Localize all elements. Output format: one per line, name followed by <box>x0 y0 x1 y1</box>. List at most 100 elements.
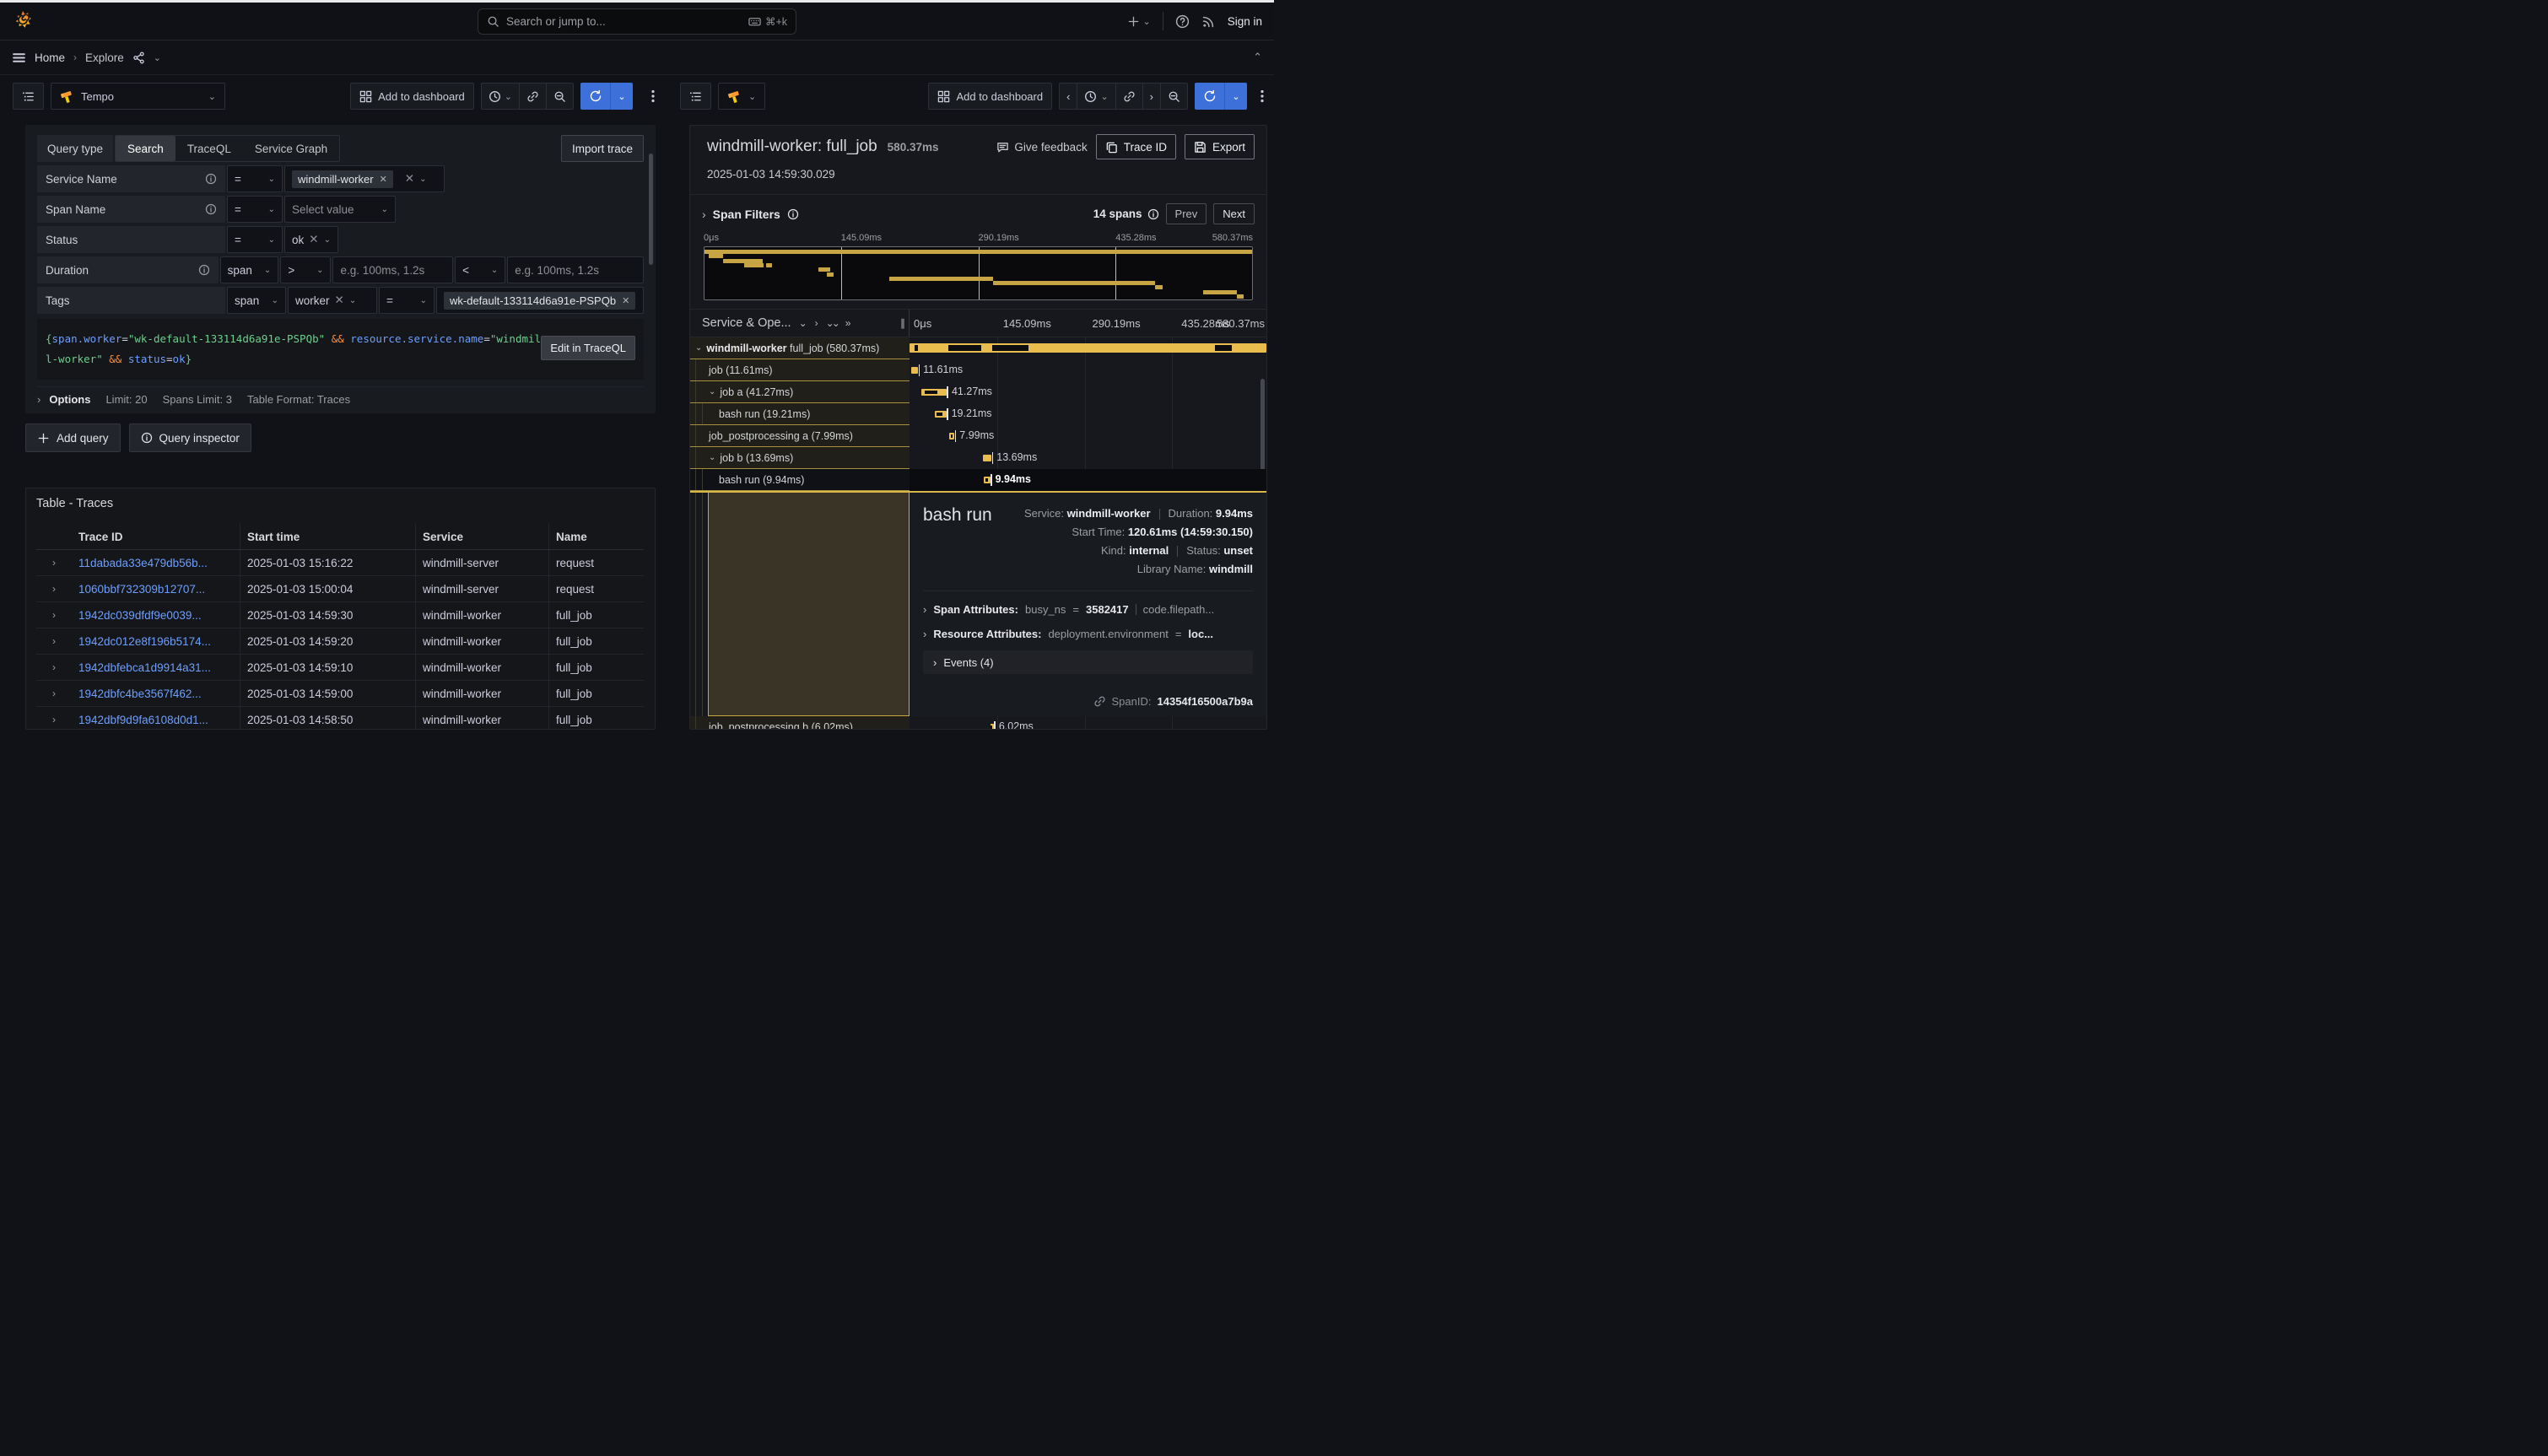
span-timeline-cell[interactable]: 9.94ms <box>910 469 1266 491</box>
chevron-down-icon[interactable]: ⌄ <box>799 317 807 329</box>
edit-in-traceql-button[interactable]: Edit in TraceQL <box>541 336 635 360</box>
span-detail-highlight[interactable] <box>708 493 910 716</box>
table-row[interactable]: ›11dabada33e479db56b...2025-01-03 15:16:… <box>36 550 644 576</box>
service-name-operator-select[interactable]: =⌄ <box>227 165 283 192</box>
outline-toggle-button[interactable] <box>680 83 711 110</box>
column-resize-handle[interactable]: ∥ <box>900 317 905 329</box>
span-duration-bar[interactable] <box>911 367 918 374</box>
tab-search[interactable]: Search <box>116 136 175 161</box>
span-timeline-cell[interactable]: 13.69ms <box>910 447 1266 469</box>
span-name-cell[interactable]: bash run (9.94ms) <box>690 469 910 491</box>
status-operator-select[interactable]: =⌄ <box>227 226 283 253</box>
events-row[interactable]: › Events (4) <box>923 650 1253 674</box>
service-name-value-select[interactable]: windmill-worker✕ ✕⌄ <box>284 165 445 192</box>
service-name-chip[interactable]: windmill-worker✕ <box>292 170 393 188</box>
span-attributes-row[interactable]: › Span Attributes: busy_ns=3582417 code.… <box>923 603 1253 616</box>
span-duration-bar[interactable] <box>983 455 991 461</box>
span-name-cell[interactable]: job (11.61ms) <box>690 359 910 381</box>
col-start-time[interactable]: Start time <box>240 524 416 549</box>
span-name-value-select[interactable]: Select value⌄ <box>284 196 396 223</box>
expand-all-icon[interactable]: » <box>845 317 851 329</box>
span-timeline-cell[interactable] <box>910 337 1266 359</box>
time-range-button[interactable]: ⌄ <box>482 84 520 109</box>
add-query-button[interactable]: Add query <box>25 423 121 452</box>
trace-id-link[interactable]: 1942dbfebca1d9914a31... <box>72 655 240 680</box>
time-shift-back-button[interactable]: ‹ <box>1060 84 1077 109</box>
query-row-menu-button[interactable] <box>640 83 667 110</box>
tag-value-chip[interactable]: wk-default-133114d6a91e-PSPQb✕ <box>444 292 635 310</box>
row-expander-icon[interactable]: › <box>36 655 72 680</box>
span-name-cell[interactable]: ⌄job b (13.69ms) <box>690 447 910 469</box>
remove-chip-icon[interactable]: ✕ <box>622 295 629 306</box>
remove-chip-icon[interactable]: ✕ <box>309 233 318 246</box>
row-expander-icon[interactable]: › <box>36 707 72 730</box>
menu-hamburger-icon[interactable] <box>12 51 26 65</box>
duration-scope-select[interactable]: span⌄ <box>220 256 279 283</box>
span-timeline-cell[interactable]: 41.27ms <box>910 381 1266 403</box>
trace-id-link[interactable]: 1942dbfc4be3567f462... <box>72 681 240 706</box>
span-row[interactable]: ⌄job a (41.27ms)41.27ms <box>690 381 1266 403</box>
chevron-down-icon[interactable]: ⌄ <box>154 52 161 63</box>
give-feedback-button[interactable]: Give feedback <box>996 141 1087 154</box>
duration-max-input[interactable]: e.g. 100ms, 1.2s <box>507 256 644 283</box>
export-button[interactable]: Export <box>1185 134 1255 159</box>
sign-in-link[interactable]: Sign in <box>1228 15 1262 28</box>
refresh-interval-button[interactable]: ⌄ <box>1225 83 1247 110</box>
share-icon[interactable] <box>132 51 145 64</box>
news-rss-icon[interactable] <box>1201 14 1216 29</box>
tab-traceql[interactable]: TraceQL <box>175 136 243 161</box>
span-duration-bar[interactable] <box>935 411 947 418</box>
query-inspector-button[interactable]: Query inspector <box>129 423 251 452</box>
span-timeline-cell[interactable]: 7.99ms <box>910 425 1266 447</box>
span-row[interactable]: ⌄windmill-worker full_job (580.37ms) <box>690 337 1266 359</box>
table-row[interactable]: ›1942dc039dfdf9e0039...2025-01-03 14:59:… <box>36 602 644 628</box>
tag-value-select[interactable]: wk-default-133114d6a91e-PSPQb✕ <box>436 287 644 314</box>
time-shift-forward-button[interactable]: › <box>1143 84 1161 109</box>
zoom-out-button[interactable] <box>547 84 573 109</box>
table-row[interactable]: ›1942dbfc4be3567f462...2025-01-03 14:59:… <box>36 681 644 707</box>
table-row[interactable]: ›1060bbf732309b12707...2025-01-03 15:00:… <box>36 576 644 602</box>
expand-one-icon[interactable]: › <box>815 317 818 329</box>
table-row[interactable]: ›1942dbf9d9fa6108d0d1...2025-01-03 14:58… <box>36 707 644 730</box>
span-name-operator-select[interactable]: =⌄ <box>227 196 283 223</box>
trace-id-link[interactable]: 1942dc012e8f196b5174... <box>72 628 240 654</box>
span-timeline-cell[interactable]: 11.61ms <box>910 359 1266 381</box>
datasource-picker[interactable]: Tempo ⌄ <box>51 83 225 110</box>
row-expander-icon[interactable]: › <box>36 628 72 654</box>
span-name-cell[interactable]: job_postprocessing b (6.02ms) <box>690 716 910 730</box>
collapse-all-icon[interactable]: ⌄⌄ <box>826 317 838 329</box>
time-range-button[interactable]: ⌄ <box>1077 84 1115 109</box>
resource-attributes-row[interactable]: › Resource Attributes: deployment.enviro… <box>923 628 1253 640</box>
row-expander-icon[interactable]: › <box>36 681 72 706</box>
row-expander-icon[interactable]: › <box>36 550 72 575</box>
row-expander-icon[interactable]: › <box>36 576 72 601</box>
span-duration-bar[interactable] <box>910 343 1266 353</box>
chevron-down-icon[interactable]: ⌄ <box>709 453 715 462</box>
refresh-button[interactable] <box>580 83 611 110</box>
breadcrumb-explore[interactable]: Explore <box>85 51 124 64</box>
refresh-interval-button[interactable]: ⌄ <box>611 83 633 110</box>
minimap-canvas[interactable] <box>704 246 1253 300</box>
span-row[interactable]: bash run (19.21ms)19.21ms <box>690 403 1266 425</box>
col-service[interactable]: Service <box>416 524 549 549</box>
new-menu-button[interactable]: ⌄ <box>1127 15 1151 28</box>
next-span-button[interactable]: Next <box>1213 203 1255 224</box>
span-duration-bar[interactable] <box>949 433 954 439</box>
span-name-cell[interactable]: ⌄windmill-worker full_job (580.37ms) <box>690 337 910 359</box>
share-link-button[interactable] <box>520 84 547 109</box>
span-filters-toggle[interactable]: › Span Filters <box>702 208 799 221</box>
chevron-down-icon[interactable]: ⌄ <box>709 387 715 396</box>
collapse-panel-button[interactable]: ⌃ <box>1253 51 1262 64</box>
tab-service-graph[interactable]: Service Graph <box>243 136 339 161</box>
span-duration-bar[interactable] <box>984 477 990 483</box>
span-timeline-cell[interactable]: 6.02ms <box>910 716 1266 730</box>
tag-key-select[interactable]: worker✕⌄ <box>288 287 377 314</box>
outline-toggle-button[interactable] <box>13 83 44 110</box>
grafana-logo-icon[interactable] <box>12 10 34 32</box>
status-value-select[interactable]: ok✕⌄ <box>284 226 338 253</box>
duration-min-input[interactable]: e.g. 100ms, 1.2s <box>332 256 453 283</box>
options-row[interactable]: › Options Limit: 20 Spans Limit: 3 Table… <box>37 386 644 412</box>
col-name[interactable]: Name <box>549 524 644 549</box>
import-trace-button[interactable]: Import trace <box>561 135 644 162</box>
trace-id-link[interactable]: 1942dbf9d9fa6108d0d1... <box>72 707 240 730</box>
